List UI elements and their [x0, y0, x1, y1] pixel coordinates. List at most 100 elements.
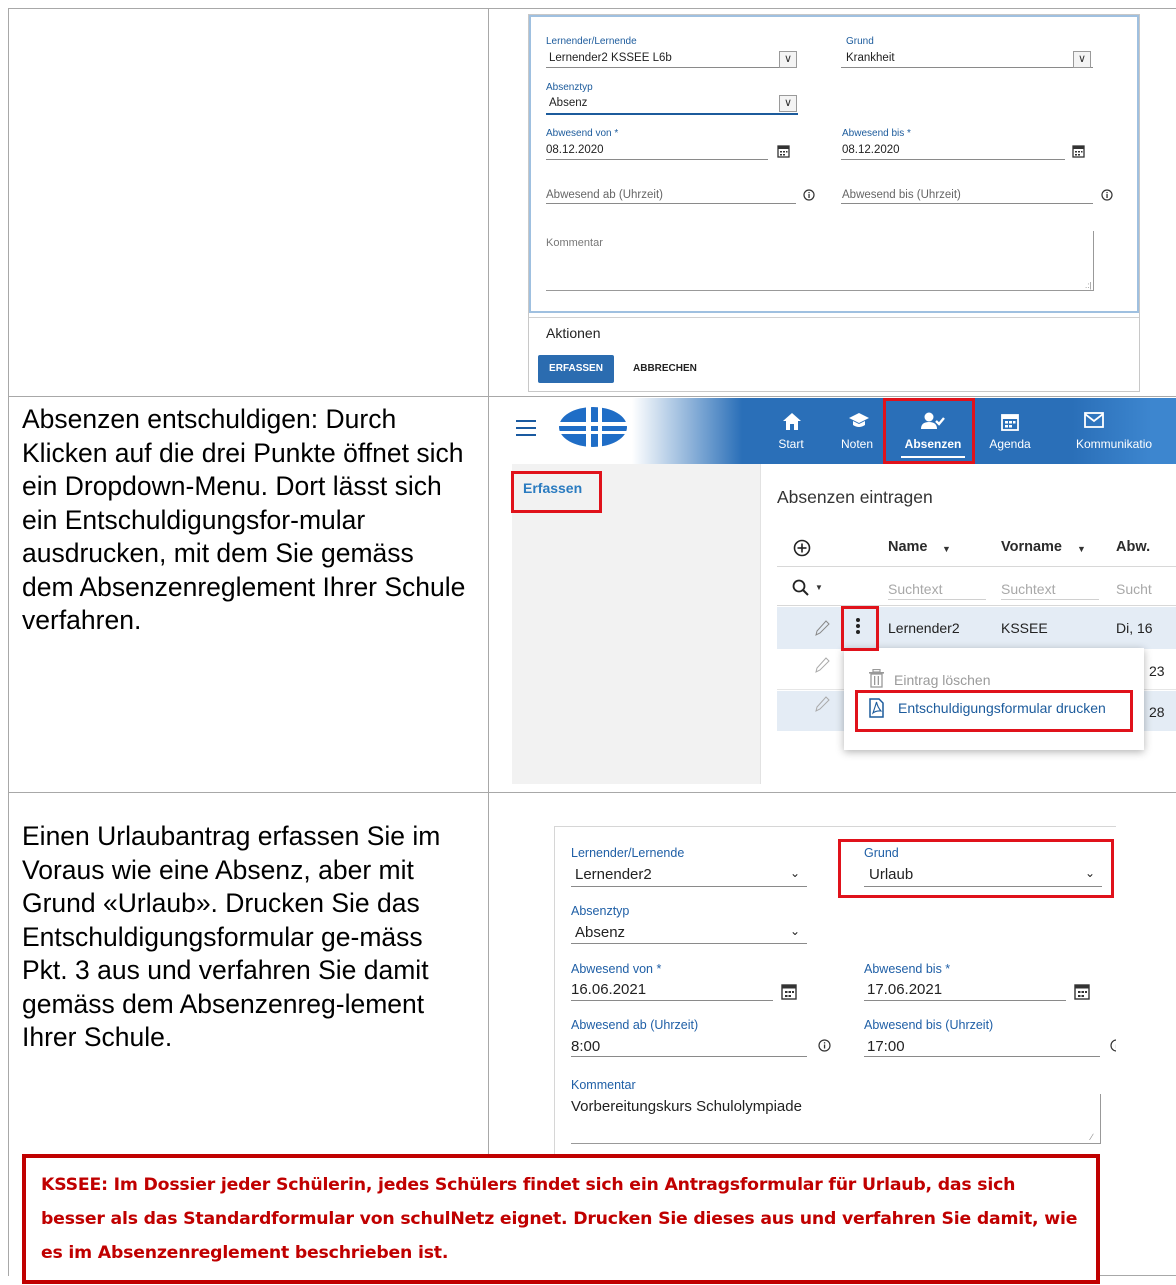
sort-caret-icon[interactable]: ▼ — [942, 544, 951, 554]
highlight-erfassen-link — [511, 471, 602, 513]
type-dropdown-chevron-icon[interactable]: ∨ — [779, 95, 797, 112]
graduation-cap-icon — [849, 413, 869, 427]
type-select[interactable]: Absenz — [575, 924, 625, 941]
row-abw: 28 — [1149, 704, 1165, 720]
actions-card — [529, 317, 1139, 391]
nav-item-noten[interactable]: Noten — [822, 404, 892, 464]
search-filter-caret-icon[interactable]: ▼ — [815, 583, 823, 592]
edit-pencil-icon[interactable] — [814, 619, 830, 642]
row-abw: 23 — [1149, 663, 1165, 679]
from-time-underline — [571, 1056, 807, 1057]
to-time-input[interactable]: Abwesend bis (Uhrzeit) — [842, 189, 961, 201]
search-underline-vorname — [1001, 599, 1099, 600]
actions-title: Aktionen — [546, 325, 601, 341]
type-label: Absenztyp — [546, 82, 593, 93]
nav-label-agenda: Agenda — [989, 437, 1031, 451]
to-date-underline — [841, 159, 1065, 160]
highlight-absenzen-tab — [883, 398, 975, 464]
resize-handle-icon[interactable]: .:| — [1085, 281, 1092, 290]
home-icon — [783, 413, 801, 430]
menu-item-delete[interactable]: Eintrag löschen — [894, 672, 991, 688]
to-date-input[interactable]: 17.06.2021 — [867, 981, 942, 998]
comment-box[interactable] — [571, 1094, 1101, 1144]
column-header-abw[interactable]: Abw. — [1116, 539, 1150, 555]
search-input-vorname[interactable]: Suchtext — [1001, 581, 1055, 597]
table-border-bottom — [1100, 1275, 1176, 1276]
search-input-name[interactable]: Suchtext — [888, 581, 942, 597]
to-date-label: Abwesend bis * — [842, 128, 911, 139]
learner-label: Lernender/Lernende — [546, 36, 637, 47]
calendar-icon[interactable] — [777, 144, 790, 158]
vacation-instructions: Einen Urlaubantrag erfassen Sie im Vorau… — [22, 821, 441, 1052]
chevron-down-icon[interactable]: ⌄ — [790, 924, 800, 938]
to-date-label: Abwesend bis * — [864, 962, 951, 976]
from-time-input[interactable]: Abwesend ab (Uhrzeit) — [546, 189, 663, 201]
info-icon — [1110, 1039, 1116, 1057]
chevron-down-icon[interactable]: ⌄ — [790, 866, 800, 880]
nav-label-noten: Noten — [840, 437, 874, 451]
type-select[interactable]: Absenz — [549, 97, 587, 109]
search-input-abw[interactable]: Sucht — [1116, 581, 1152, 597]
from-time-label: Abwesend ab (Uhrzeit) — [571, 1018, 699, 1032]
learner-dropdown-chevron-icon[interactable]: ∨ — [779, 51, 797, 68]
table-row-divider-2 — [8, 792, 1176, 793]
calendar-icon[interactable] — [781, 983, 797, 1005]
calendar-icon[interactable] — [1072, 144, 1085, 158]
info-icon — [1101, 189, 1113, 201]
learner-underline — [546, 67, 796, 68]
from-date-input[interactable]: 08.12.2020 — [546, 144, 604, 156]
from-date-label: Abwesend von * — [546, 128, 619, 139]
info-icon — [803, 189, 815, 201]
page-title: Absenzen eintragen — [777, 487, 933, 507]
table-border-left — [8, 8, 9, 1276]
learner-underline — [571, 886, 807, 887]
info-icon — [818, 1039, 831, 1057]
submit-button[interactable]: ERFASSEN — [538, 355, 614, 383]
to-time-underline — [841, 203, 1093, 204]
absence-form-screenshot: Lernender/Lernende Lernender2 KSSEE L6b … — [528, 14, 1140, 392]
nav-label-start: Start — [778, 437, 804, 451]
from-date-input[interactable]: 16.06.2021 — [571, 981, 646, 998]
column-header-name[interactable]: Name — [888, 539, 928, 555]
cancel-button[interactable]: ABBRECHEN — [633, 355, 697, 383]
comment-box[interactable] — [546, 231, 1094, 291]
hamburger-menu-icon[interactable] — [516, 420, 536, 436]
learner-select[interactable]: Lernender2 KSSEE L6b — [549, 52, 672, 64]
reason-underline — [841, 67, 1093, 68]
nav-item-start[interactable]: Start — [756, 404, 826, 464]
add-circle-icon[interactable] — [793, 539, 811, 562]
type-underline — [571, 943, 807, 944]
to-date-input[interactable]: 08.12.2020 — [842, 144, 900, 156]
excuse-instructions: Absenzen entschuldigen: Durch Klicken au… — [22, 404, 466, 635]
from-time-underline — [546, 203, 796, 204]
to-time-label: Abwesend bis (Uhrzeit) — [864, 1018, 994, 1032]
reason-dropdown-chevron-icon[interactable]: ∨ — [1073, 51, 1091, 68]
resize-handle-icon[interactable]: ∕ — [1091, 1132, 1093, 1142]
column-header-vorname[interactable]: Vorname — [1001, 539, 1062, 555]
learner-label: Lernender/Lernende — [571, 846, 685, 860]
calendar-icon[interactable] — [1074, 983, 1090, 1005]
learner-select[interactable]: Lernender2 — [575, 866, 652, 883]
edit-pencil-icon[interactable] — [814, 695, 830, 718]
from-date-underline — [546, 159, 768, 160]
edit-pencil-icon[interactable] — [814, 656, 830, 679]
from-time-input[interactable]: 8:00 — [571, 1038, 600, 1055]
school-logo[interactable] — [558, 406, 628, 453]
reason-label: Grund — [846, 36, 874, 47]
reason-select[interactable]: Krankheit — [846, 52, 895, 64]
search-icon[interactable] — [792, 579, 810, 602]
from-date-label: Abwesend von * — [571, 962, 662, 976]
mail-icon — [1084, 412, 1104, 428]
calendar-icon — [1001, 414, 1019, 431]
row-name: Lernender2 — [888, 620, 960, 636]
type-label: Absenztyp — [571, 904, 630, 918]
search-underline-name — [888, 599, 986, 600]
from-date-underline — [571, 1000, 773, 1001]
sort-caret-icon[interactable]: ▼ — [1077, 544, 1086, 554]
highlight-more-options — [841, 606, 879, 651]
table-row-divider-1 — [8, 396, 1176, 397]
nav-label-kommunikation: Kommunikatio — [1076, 437, 1153, 451]
nav-item-agenda[interactable]: Agenda — [975, 404, 1045, 464]
nav-item-kommunikation[interactable]: Kommunikatio — [1068, 404, 1176, 464]
to-time-input[interactable]: 17:00 — [867, 1038, 905, 1055]
